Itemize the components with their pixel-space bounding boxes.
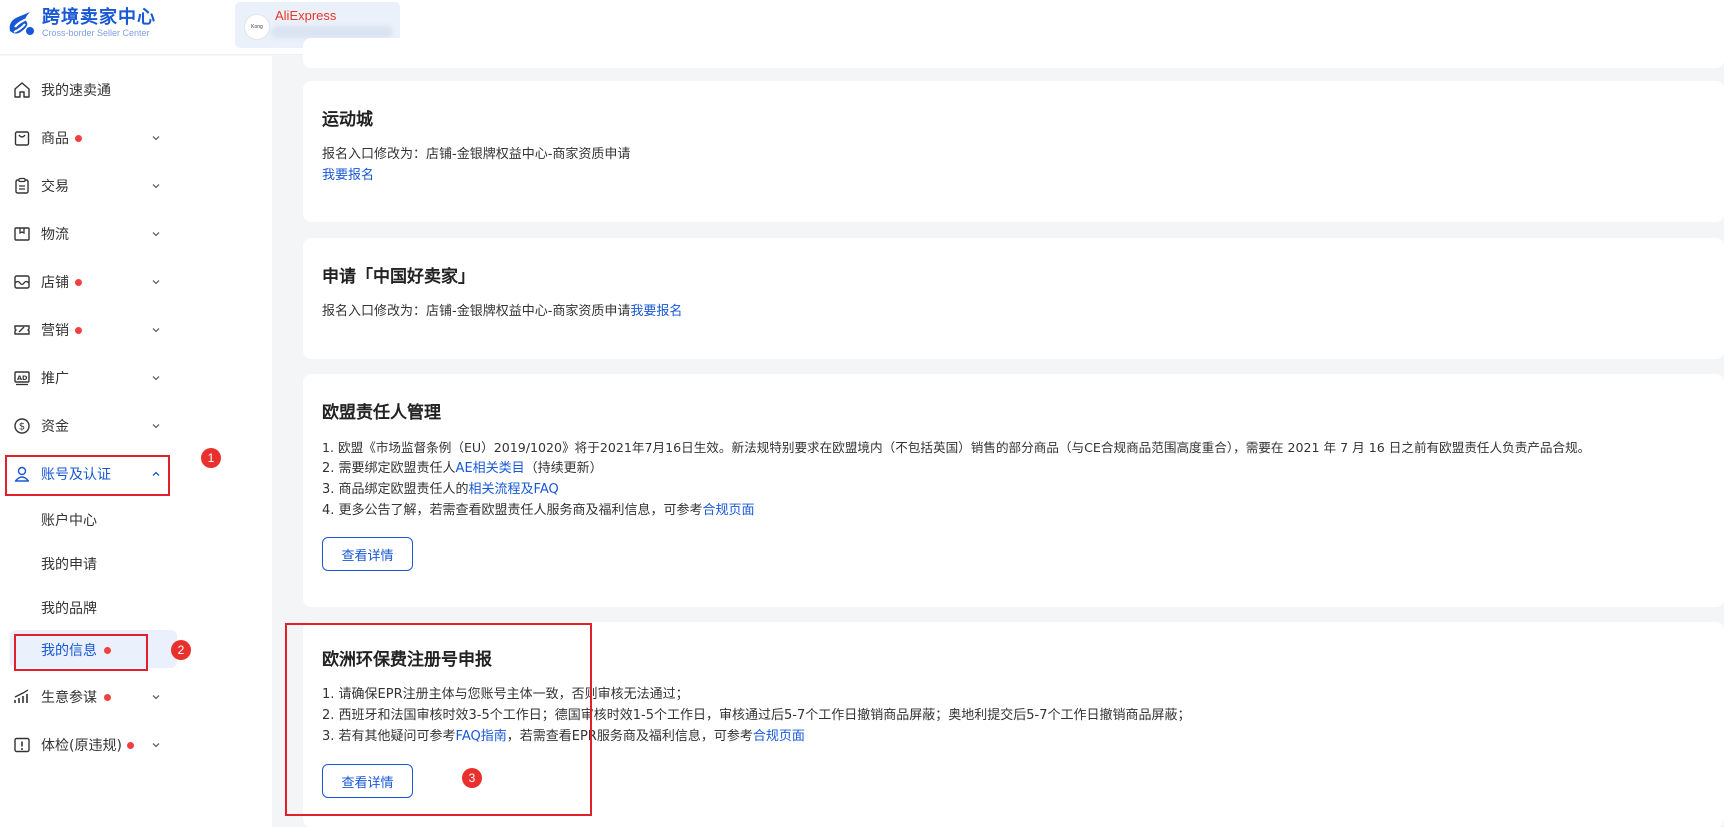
chevron-down-icon[interactable] [150,180,162,192]
signup-link[interactable]: 我要报名 [322,166,374,186]
annotation-box-account [5,455,170,496]
sidebar-subitem-label: 我的申请 [41,557,97,573]
notification-dot [104,693,111,701]
dollar-icon: $ [12,416,32,436]
sidebar-item-label: 交易 [41,179,69,195]
notification-dot [75,278,82,286]
notification-dot [127,741,134,749]
notification-dot [75,134,82,142]
svg-text:$: $ [19,422,25,433]
sidebar-item-health-check[interactable]: 体检(原违规) [0,726,180,764]
brand-logo[interactable]: 跨境卖家中心 Cross-border Seller Center [6,8,156,39]
card-text-content: 3. 商品绑定欧盟责任人的 [322,482,469,497]
card-text: 1. 欧盟《市场监督条例（EU）2019/1020》将于2021年7月16日生效… [322,440,1591,455]
annotation-number-2: 2 [171,640,191,660]
sidebar-item-products[interactable]: 商品 [0,119,180,157]
sidebar-item-label: 生意参谋 [41,690,97,706]
sidebar-item-label: 物流 [41,227,69,243]
sidebar-item-label: 商品 [41,131,69,147]
sidebar-item-transactions[interactable]: 交易 [0,167,180,205]
sidebar-item-funds[interactable]: $ 资金 [0,407,180,445]
card-text: 报名入口修改为：店铺-金银牌权益中心-商家资质申请 [322,147,631,162]
chevron-down-icon[interactable] [150,691,162,703]
brand-subtitle: Cross-border Seller Center [42,28,150,38]
card-text-content: 2. 需要绑定欧盟责任人 [322,461,456,476]
compliance-page-link[interactable]: 合规页面 [703,503,755,518]
card-partial-top [303,38,1724,68]
card-text: 报名入口修改为：店铺-金银牌权益中心-商家资质申请我要报名 [322,302,682,322]
ticket-icon [12,320,32,340]
shopping-bag-icon [12,128,32,148]
chevron-down-icon[interactable] [150,276,162,288]
card-text: 4. 更多公告了解，若需查看欧盟责任人服务商及福利信息，可参考合规页面 [322,501,755,521]
sidebar: 我的速卖通 商品 交易 物流 店铺 营销 AD 推广 $ 资金 账号及认证 账户… [0,56,272,827]
compliance-page-link[interactable]: 合规页面 [753,729,805,744]
sidebar-item-label: 店铺 [41,275,69,291]
sidebar-item-store[interactable]: 店铺 [0,263,180,301]
chevron-down-icon[interactable] [150,324,162,336]
chevron-down-icon[interactable] [150,372,162,384]
sidebar-item-logistics[interactable]: 物流 [0,215,180,253]
card-title: 欧盟责任人管理 [322,403,441,423]
sidebar-subitem-label: 账户中心 [41,513,97,529]
notification-dot [75,326,82,334]
sidebar-subitem-my-brands[interactable]: 我的品牌 [0,588,180,626]
sidebar-item-promotion[interactable]: AD 推广 [0,359,180,397]
svg-text:AD: AD [17,374,28,382]
annotation-box-my-info [14,634,148,671]
card-text-content: 报名入口修改为：店铺-金银牌权益中心-商家资质申请 [322,304,631,319]
sidebar-item-marketing[interactable]: 营销 [0,311,180,349]
sidebar-item-label: 资金 [41,419,69,435]
chevron-down-icon[interactable] [150,228,162,240]
sidebar-item-label: 营销 [41,323,69,339]
storefront-icon [12,272,32,292]
annotation-number-3: 3 [462,768,482,788]
card-title: 申请「中国好卖家」 [322,267,475,287]
ad-icon: AD [12,368,32,388]
analytics-icon [12,687,32,707]
store-account-blurred [271,26,393,38]
chevron-down-icon[interactable] [150,132,162,144]
card-text-content: 4. 更多公告了解，若需查看欧盟责任人服务商及福利信息，可参考 [322,503,703,518]
chevron-down-icon[interactable] [150,739,162,751]
annotation-box-epr [285,623,592,816]
sidebar-subitem-label: 我的品牌 [41,601,97,617]
card-text: 2. 需要绑定欧盟责任人AE相关类目（持续更新） [322,459,603,479]
annotation-number-1: 1 [201,448,221,468]
home-icon [12,80,32,100]
clipboard-icon [12,176,32,196]
sidebar-item-label: 我的速卖通 [41,83,111,99]
chevron-down-icon[interactable] [150,420,162,432]
process-faq-link[interactable]: 相关流程及FAQ [469,482,559,497]
store-avatar: Kong [244,14,270,40]
sidebar-item-label: 推广 [41,371,69,387]
sidebar-item-my-aliexpress[interactable]: 我的速卖通 [0,71,180,109]
brand-title: 跨境卖家中心 [42,7,156,28]
alert-icon [12,735,32,755]
sidebar-subitem-account-center[interactable]: 账户中心 [0,500,180,538]
store-platform-name: AliExpress [275,8,337,23]
card-eu-responsible-person: 欧盟责任人管理 1. 欧盟《市场监督条例（EU）2019/1020》将于2021… [303,374,1724,607]
card-sports: 运动城 报名入口修改为：店铺-金银牌权益中心-商家资质申请 我要报名 [303,81,1724,222]
sidebar-item-business-advisor[interactable]: 生意参谋 [0,678,180,716]
sidebar-subitem-my-applications[interactable]: 我的申请 [0,544,180,582]
view-details-button[interactable]: 查看详情 [322,537,413,571]
sidebar-item-label: 体检(原违规) [41,738,122,754]
card-text-content: （持续更新） [524,461,603,476]
logo-icon [9,11,34,35]
signup-link[interactable]: 我要报名 [630,304,682,319]
package-icon [12,224,32,244]
ae-categories-link[interactable]: AE相关类目 [456,461,525,476]
card-title: 运动城 [322,110,373,130]
card-good-seller: 申请「中国好卖家」 报名入口修改为：店铺-金银牌权益中心-商家资质申请我要报名 [303,238,1724,359]
card-text: 3. 商品绑定欧盟责任人的相关流程及FAQ [322,480,559,500]
